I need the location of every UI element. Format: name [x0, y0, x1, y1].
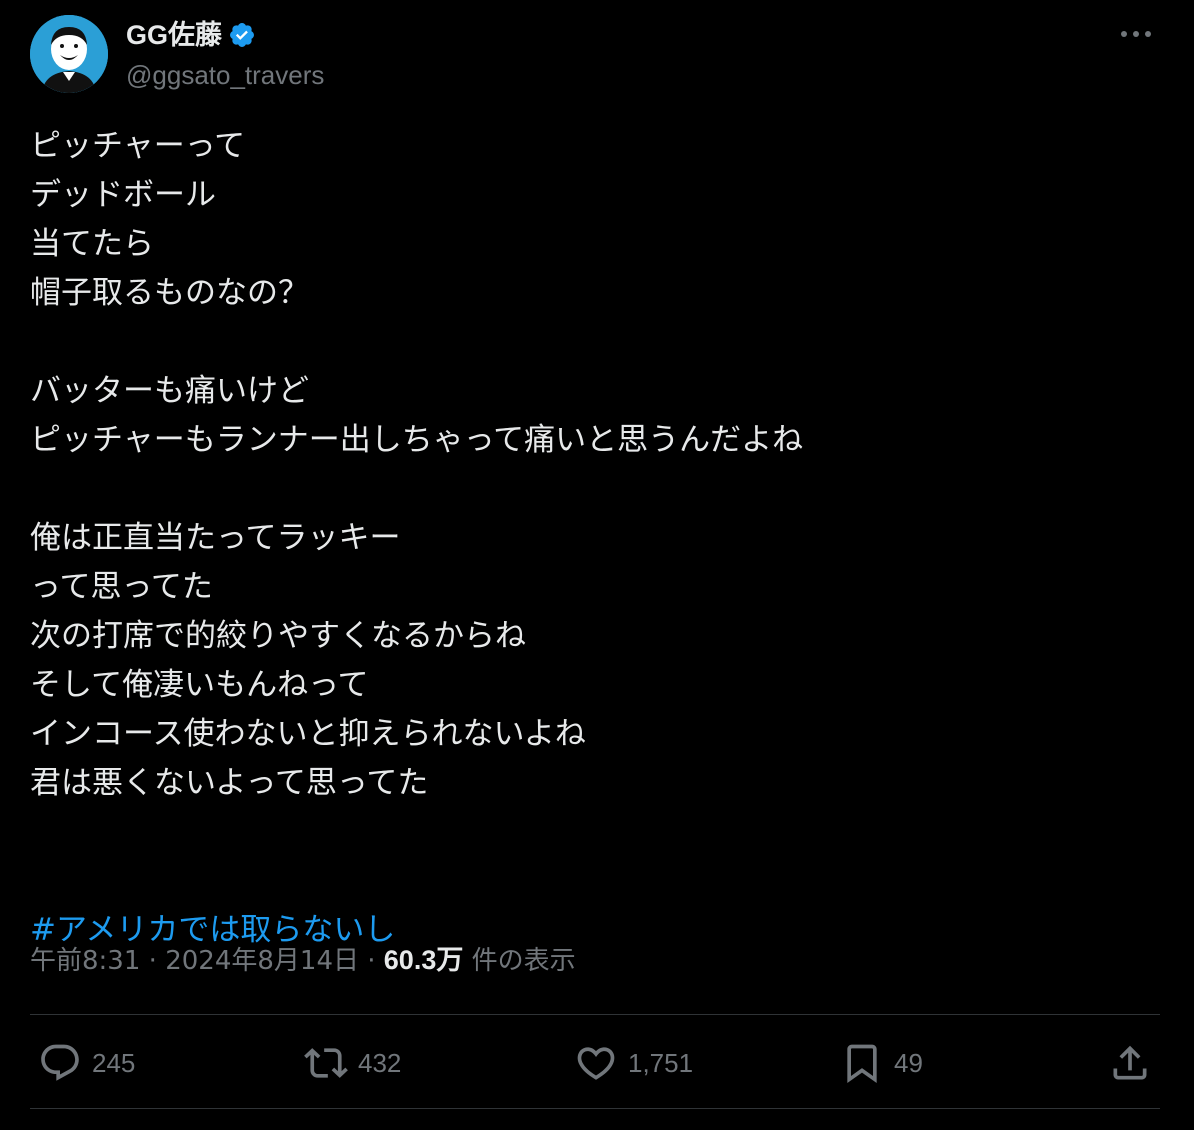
tweet-line: 俺は正直当たってラッキー — [30, 520, 401, 556]
reply-button[interactable]: 245 — [38, 1032, 135, 1094]
avatar[interactable] — [30, 15, 108, 93]
avatar-image — [30, 15, 108, 93]
bookmark-icon — [847, 1044, 877, 1084]
display-name[interactable]: GG佐藤 — [126, 18, 222, 52]
retweet-icon — [304, 1048, 348, 1078]
bookmark-count: 49 — [894, 1047, 923, 1078]
tweet-time[interactable]: 午前8:31 — [30, 946, 140, 976]
tweet-line: 君は悪くないよって思ってた — [30, 765, 429, 801]
more-icon[interactable] — [1116, 20, 1156, 48]
share-icon — [1113, 1045, 1147, 1080]
tweet-line: って思ってた — [30, 569, 213, 605]
meta-separator: · — [148, 946, 157, 976]
retweet-button[interactable]: 432 — [304, 1032, 401, 1094]
bookmark-button[interactable]: 49 — [840, 1032, 923, 1094]
views-label: 件の表示 — [471, 946, 576, 976]
tweet-line: ピッチャーもランナー出しちゃって痛いと思うんだよね — [30, 422, 804, 458]
reply-count: 245 — [92, 1047, 136, 1078]
reply-icon — [41, 1044, 79, 1081]
like-button[interactable]: 1,751 — [574, 1032, 693, 1094]
divider — [30, 1014, 1160, 1015]
tweet-line: 帽子取るものなの？ — [30, 275, 309, 311]
handle[interactable]: @ggsato_travers — [126, 58, 324, 92]
author-name-row[interactable]: GG佐藤 — [126, 18, 256, 52]
tweet-meta: 午前8:31 · 2024年8月14日 · 60.3万 件の表示 — [30, 940, 576, 981]
views-count[interactable]: 60.3万 — [384, 945, 464, 975]
like-icon — [577, 1047, 615, 1080]
tweet-line: デッドボール — [30, 177, 216, 213]
tweet-date[interactable]: 2024年8月14日 — [165, 946, 359, 976]
tweet-line: ピッチャーって — [30, 128, 246, 164]
divider — [30, 1108, 1160, 1109]
tweet-line: バッターも痛いけど — [30, 373, 309, 409]
share-button[interactable] — [1108, 1032, 1152, 1094]
tweet: GG佐藤 @ggsato_travers ピッチャーって デッドボール 当てたら… — [0, 0, 1194, 1130]
tweet-line: インコース使わないと抑えられないよね — [30, 716, 586, 752]
tweet-line: 当てたら — [30, 226, 154, 262]
like-count: 1,751 — [628, 1047, 694, 1078]
meta-separator: · — [367, 946, 376, 976]
action-bar: 245 432 1,751 49 — [30, 1032, 1160, 1094]
retweet-count: 432 — [358, 1047, 402, 1078]
tweet-text: ピッチャーって デッドボール 当てたら 帽子取るものなの？ バッターも痛いけど … — [30, 122, 1160, 955]
tweet-line: 次の打席で的絞りやすくなるからね — [30, 618, 526, 654]
verified-badge-icon — [228, 21, 256, 49]
tweet-line: そして俺凄いもんねって — [30, 667, 369, 703]
